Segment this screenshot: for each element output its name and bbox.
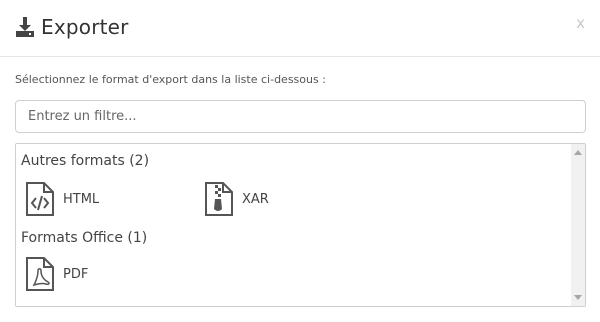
- close-button[interactable]: x: [576, 14, 585, 32]
- dialog-title: Exporter: [41, 15, 129, 39]
- format-item-pdf[interactable]: PDF: [25, 257, 88, 291]
- filter-input[interactable]: [15, 100, 586, 133]
- dialog-header: Exporter x: [0, 0, 600, 57]
- format-list: Autres formats (2) HTML XAR Formats Offi…: [15, 143, 586, 307]
- download-icon: [16, 17, 34, 37]
- format-label-html: HTML: [63, 191, 100, 207]
- dialog-title-group: Exporter: [15, 15, 129, 39]
- instructions-text: Sélectionnez le format d'export dans la …: [15, 73, 326, 86]
- list-scrollbar[interactable]: [571, 144, 585, 306]
- format-item-html[interactable]: HTML: [25, 182, 99, 216]
- scroll-up-icon[interactable]: [574, 150, 582, 155]
- group-title-autres: Autres formats (2): [21, 153, 150, 169]
- archive-file-icon: [205, 182, 233, 216]
- export-dialog: Exporter x Sélectionnez le format d'expo…: [0, 0, 600, 322]
- group-title-office: Formats Office (1): [21, 230, 148, 246]
- format-label-xar: XAR: [242, 191, 269, 207]
- pdf-file-icon: [26, 257, 54, 291]
- format-label-pdf: PDF: [63, 266, 89, 282]
- format-item-xar[interactable]: XAR: [204, 182, 269, 216]
- scroll-down-icon[interactable]: [574, 295, 582, 300]
- html-file-icon: [26, 182, 54, 216]
